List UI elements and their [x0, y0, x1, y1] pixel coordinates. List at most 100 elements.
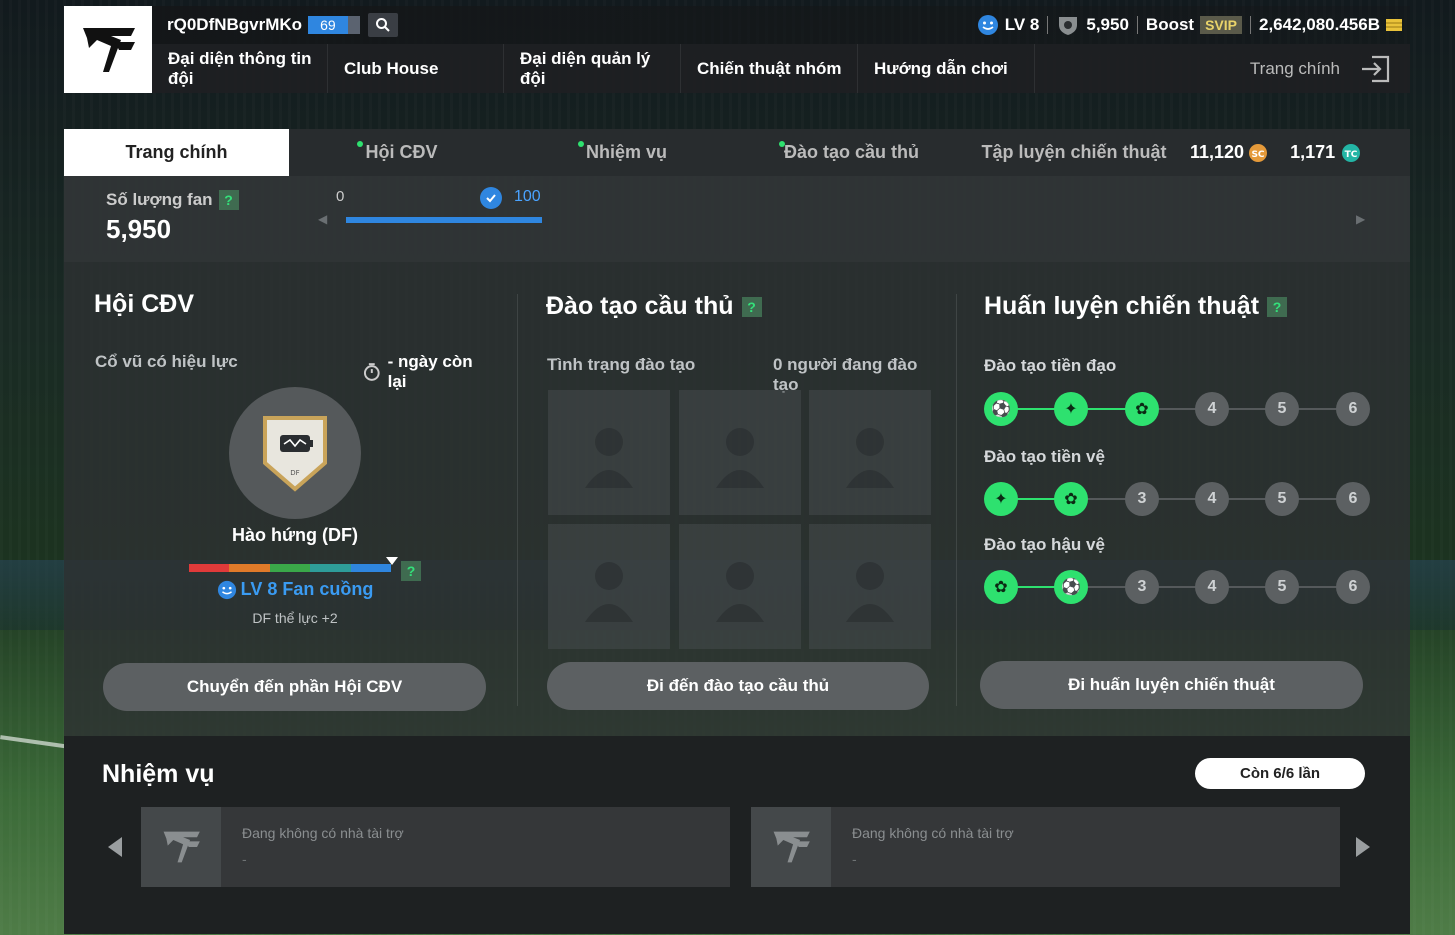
sponsor-card[interactable]: Đang không có nhà tài trợ -	[751, 807, 1340, 887]
training-node-unlocked[interactable]: ✦	[1054, 392, 1088, 426]
reward-check-icon[interactable]	[480, 187, 502, 209]
training-node-locked[interactable]: 5	[1265, 392, 1299, 426]
boost-stat[interactable]: Boost SVIP	[1146, 15, 1242, 35]
fan-level-row: LV 8 Fan cuồng	[159, 579, 431, 600]
home-link-label: Trang chính	[1249, 58, 1340, 78]
training-node-unlocked[interactable]: ⚽	[984, 392, 1018, 426]
training-track: ✿ ⚽ 3 4 5 6	[984, 570, 1370, 604]
fc-logo-icon	[163, 831, 200, 863]
tab-missions[interactable]: Nhiệm vụ	[514, 129, 739, 176]
rainbow-segment	[269, 564, 311, 572]
home-link[interactable]: Trang chính	[1250, 53, 1410, 85]
tab-fan-club[interactable]: Hội CĐV	[289, 129, 514, 176]
cheer-label: Cổ vũ có hiệu lực	[95, 352, 238, 371]
go-fan-club-button[interactable]: Chuyển đến phần Hội CĐV	[103, 663, 486, 711]
exit-icon	[1362, 55, 1390, 82]
tab-tactic-training[interactable]: Tập luyện chiến thuật	[964, 129, 1184, 176]
training-node-locked[interactable]: 3	[1125, 570, 1159, 604]
fan-badge[interactable]: DF	[229, 387, 361, 519]
help-icon[interactable]: ?	[218, 190, 239, 210]
player-silhouette-icon	[716, 561, 764, 622]
training-node-locked[interactable]: 6	[1336, 482, 1370, 516]
training-track: ✦ ✿ 3 4 5 6	[984, 482, 1370, 516]
training-node-unlocked[interactable]: ⚽	[1054, 570, 1088, 604]
section-divider	[956, 294, 957, 706]
go-player-training-button[interactable]: Đi đến đào tạo cầu thủ	[547, 662, 929, 710]
level-marker-icon	[386, 557, 398, 565]
right-arrow-icon[interactable]: ▶	[1356, 212, 1365, 226]
svg-text:SC: SC	[1252, 150, 1265, 160]
training-node-locked[interactable]: 4	[1195, 570, 1229, 604]
nav-guide[interactable]: Hướng dẫn chơi	[858, 44, 1035, 93]
tab-fan-club-label: Hội CĐV	[365, 142, 438, 162]
next-arrow-icon[interactable]	[1356, 837, 1370, 857]
nav-team-info[interactable]: Đại diện thông tin đội	[152, 44, 328, 93]
notification-dot	[779, 141, 785, 147]
training-node-unlocked[interactable]: ✦	[984, 482, 1018, 516]
training-node-locked[interactable]: 4	[1195, 482, 1229, 516]
user-level-bar-bg	[347, 16, 360, 34]
training-node-unlocked[interactable]: ✿	[1054, 482, 1088, 516]
tab-player-training[interactable]: Đào tạo cầu thủ	[739, 129, 964, 176]
training-node-unlocked[interactable]: ✿	[984, 570, 1018, 604]
smiley-icon	[977, 15, 998, 35]
training-row-label: Đào tạo tiền vệ	[984, 447, 1105, 466]
sc-amount: 11,120	[1190, 142, 1245, 162]
help-icon[interactable]: ?	[741, 296, 762, 317]
smiley-icon	[217, 580, 236, 599]
training-slot[interactable]	[548, 390, 670, 515]
training-slot[interactable]	[809, 524, 931, 649]
go-tactic-training-button[interactable]: Đi huấn luyện chiến thuật	[980, 661, 1363, 709]
badge-bonus: DF thể lực +2	[252, 610, 338, 626]
player-silhouette-icon	[585, 561, 633, 622]
training-slot[interactable]	[679, 524, 801, 649]
missions-section: Nhiệm vụ Còn 6/6 lần Đang không có nhà t…	[64, 736, 1410, 934]
training-slot[interactable]	[679, 390, 801, 515]
tactic-training-title-text: Huấn luyện chiến thuật	[984, 292, 1260, 320]
fc-logo[interactable]	[64, 6, 152, 93]
search-button[interactable]	[367, 13, 398, 37]
prev-arrow-icon[interactable]	[108, 837, 122, 857]
rainbow-segment	[189, 564, 230, 572]
nav-team-tactics[interactable]: Chiến thuật nhóm	[681, 44, 858, 93]
top-bar: rQ0DfNBgvrMKo 69 LV 8 5,950 Boost SVIP 2…	[152, 6, 1410, 44]
username: rQ0DfNBgvrMKo	[167, 15, 303, 34]
left-arrow-icon[interactable]: ◀	[318, 212, 327, 226]
training-node-locked[interactable]: 3	[1125, 482, 1159, 516]
training-slot[interactable]	[548, 524, 670, 649]
coins-stat[interactable]: 2,642,080.456B	[1259, 15, 1404, 35]
main-panel: Trang chính Hội CĐV Nhiệm vụ Đào tạo cầu…	[64, 129, 1410, 934]
tab-home[interactable]: Trang chính	[64, 129, 289, 176]
help-icon[interactable]: ?	[1267, 296, 1288, 317]
user-level-badge: 69	[308, 16, 348, 34]
rainbow-segment	[229, 564, 270, 572]
missions-remaining-badge[interactable]: Còn 6/6 lần	[1195, 758, 1365, 789]
fan-level-stat[interactable]: LV 8	[977, 14, 1039, 36]
fan-progress-bar	[346, 217, 542, 223]
timer-icon	[363, 363, 380, 381]
nav-club-house[interactable]: Club House	[328, 44, 504, 93]
separator	[1136, 16, 1138, 34]
help-icon[interactable]: ?	[401, 561, 421, 581]
rainbow-segment	[350, 564, 392, 572]
training-slot[interactable]	[809, 390, 931, 515]
training-node-unlocked[interactable]: ✿	[1125, 392, 1159, 426]
nav-team-management[interactable]: Đại diện quản lý đội	[504, 44, 681, 93]
training-node-locked[interactable]: 5	[1265, 482, 1299, 516]
training-node-locked[interactable]: 4	[1195, 392, 1229, 426]
sponsor-card[interactable]: Đang không có nhà tài trợ -	[141, 807, 730, 887]
sponsor-logo	[751, 807, 831, 887]
tc-amount: 1,171	[1290, 142, 1336, 162]
fans-stat[interactable]: 5,950	[1056, 14, 1129, 36]
sponsor-sub: -	[242, 851, 247, 867]
training-node-locked[interactable]: 6	[1336, 392, 1370, 426]
tactic-training-title: Huấn luyện chiến thuật ?	[984, 292, 1384, 321]
training-node-locked[interactable]: 6	[1336, 570, 1370, 604]
search-icon	[375, 18, 390, 32]
fan-count-label: Số lượng fan ?	[106, 190, 239, 210]
sc-coin-icon: SC	[1249, 143, 1268, 162]
training-row-label: Đào tạo tiền đạo	[984, 356, 1117, 375]
tab-player-training-label: Đào tạo cầu thủ	[783, 142, 919, 162]
skill-icon: ⚽	[1061, 579, 1081, 596]
training-node-locked[interactable]: 5	[1265, 570, 1299, 604]
